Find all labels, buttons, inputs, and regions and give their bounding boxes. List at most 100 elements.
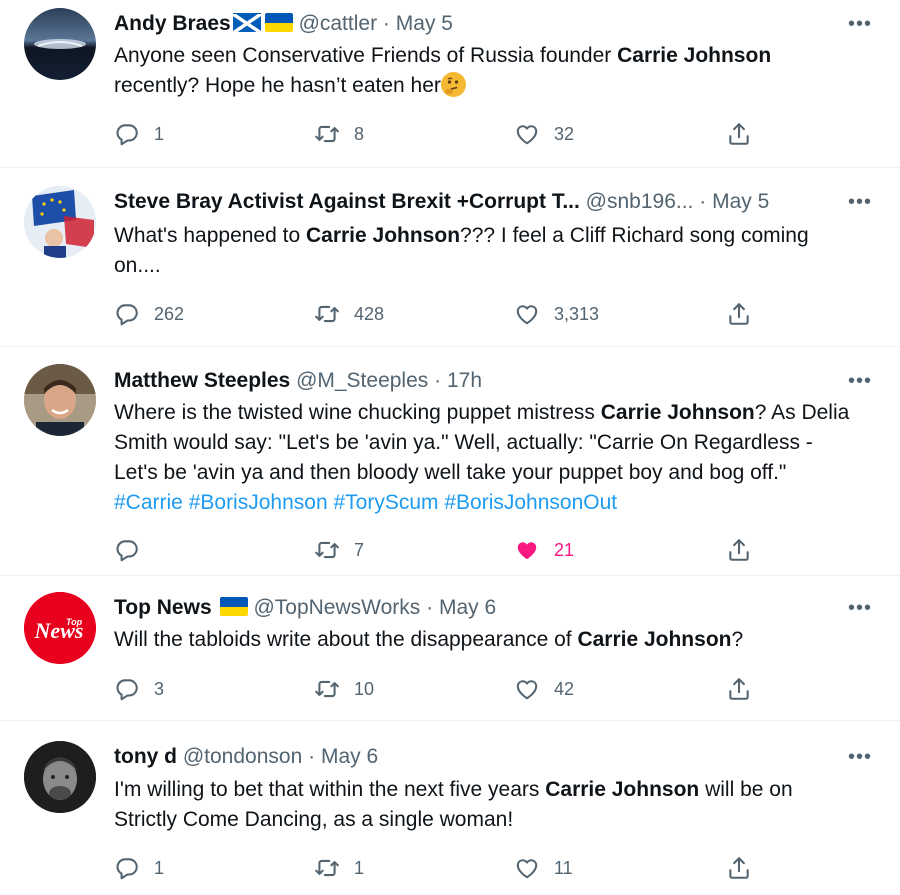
reply-button[interactable]: 3 bbox=[114, 674, 164, 704]
text-segment: What's happened to bbox=[114, 224, 306, 247]
more-options-icon[interactable]: ••• bbox=[848, 192, 872, 212]
like-button[interactable]: 42 bbox=[514, 674, 574, 704]
retweet-count: 8 bbox=[354, 123, 365, 144]
text-segment: recently? Hope he hasn’t eaten her bbox=[114, 74, 441, 97]
separator-dot: · bbox=[308, 745, 316, 768]
tweet[interactable]: tony d @tondonson · May 6 ••• I'm willin… bbox=[0, 721, 900, 895]
avatar[interactable] bbox=[24, 186, 96, 258]
hashtag-link[interactable]: #ToryScum bbox=[333, 491, 438, 514]
author-handle[interactable]: @tondonson bbox=[183, 745, 302, 768]
share-button[interactable] bbox=[726, 535, 752, 565]
avatar-image bbox=[24, 741, 96, 813]
heart-icon bbox=[514, 676, 540, 702]
share-button[interactable] bbox=[726, 299, 752, 329]
avatar[interactable] bbox=[24, 364, 96, 436]
like-count: 32 bbox=[554, 123, 575, 144]
separator-dot: · bbox=[382, 12, 390, 35]
like-button[interactable]: 11 bbox=[514, 853, 573, 883]
share-button[interactable] bbox=[726, 674, 752, 704]
separator-dot: · bbox=[434, 369, 442, 392]
retweet-count: 1 bbox=[354, 857, 365, 878]
timestamp[interactable]: May 6 bbox=[439, 596, 496, 619]
reply-button[interactable]: 262 bbox=[114, 299, 184, 329]
reply-icon bbox=[114, 537, 140, 563]
hashtag-link[interactable]: #Carrie bbox=[114, 491, 183, 514]
avatar-image bbox=[24, 364, 96, 436]
retweet-button[interactable]: 1 bbox=[314, 853, 364, 883]
timestamp[interactable]: 17h bbox=[447, 369, 482, 392]
highlighted-term: Carrie Johnson bbox=[617, 44, 772, 67]
like-button[interactable]: 32 bbox=[514, 119, 574, 149]
avatar[interactable] bbox=[24, 741, 96, 813]
retweet-icon bbox=[314, 676, 340, 702]
tweet[interactable]: Steve Bray Activist Against Brexit +Corr… bbox=[0, 168, 900, 346]
author-handle[interactable]: @snb196... bbox=[586, 190, 694, 213]
reply-count: 262 bbox=[154, 303, 185, 324]
avatar[interactable]: Top News bbox=[24, 592, 96, 664]
heart-icon bbox=[514, 301, 540, 327]
reply-button[interactable] bbox=[114, 535, 154, 565]
timestamp[interactable]: May 5 bbox=[712, 190, 769, 213]
author-name[interactable]: Steve Bray Activist Against Brexit +Corr… bbox=[114, 190, 580, 213]
retweet-icon bbox=[314, 121, 340, 147]
share-icon bbox=[726, 855, 752, 881]
tweet-actions: 1 1 11 bbox=[114, 853, 764, 883]
share-icon bbox=[726, 676, 752, 702]
avatar[interactable] bbox=[24, 8, 96, 80]
reply-button[interactable]: 1 bbox=[114, 119, 164, 149]
tweet-header: Steve Bray Activist Against Brexit +Corr… bbox=[114, 188, 840, 216]
reply-icon bbox=[114, 855, 140, 881]
author-name[interactable]: Top News bbox=[114, 596, 212, 619]
highlighted-term: Carrie Johnson bbox=[305, 224, 461, 247]
retweet-count: 10 bbox=[354, 678, 375, 699]
heart-filled-icon bbox=[514, 537, 540, 563]
like-count: 11 bbox=[554, 857, 573, 878]
hashtag-link[interactable]: #BorisJohnsonOut bbox=[444, 491, 617, 514]
hashtag-link[interactable]: #BorisJohnson bbox=[189, 491, 328, 514]
reply-count: 1 bbox=[154, 857, 165, 878]
author-handle[interactable]: @cattler bbox=[299, 12, 378, 35]
retweet-button[interactable]: 8 bbox=[314, 119, 364, 149]
like-button[interactable]: 21 bbox=[514, 535, 574, 565]
author-handle[interactable]: @TopNewsWorks bbox=[253, 596, 420, 619]
more-options-icon[interactable]: ••• bbox=[848, 14, 872, 34]
separator-dot: · bbox=[426, 596, 434, 619]
like-count: 21 bbox=[554, 539, 575, 560]
ukraine-flag-icon bbox=[219, 597, 248, 616]
retweet-button[interactable]: 7 bbox=[314, 535, 364, 565]
retweet-icon bbox=[314, 301, 340, 327]
highlighted-term: Carrie Johnson bbox=[545, 778, 700, 801]
reply-icon bbox=[114, 301, 140, 327]
more-options-icon[interactable]: ••• bbox=[848, 598, 872, 618]
reply-button[interactable]: 1 bbox=[114, 853, 164, 883]
author-name[interactable]: tony d bbox=[114, 745, 177, 768]
heart-icon bbox=[514, 121, 540, 147]
retweet-icon bbox=[314, 537, 340, 563]
avatar-image bbox=[24, 186, 96, 258]
tweet-text: Where is the twisted wine chucking puppe… bbox=[114, 398, 860, 518]
like-button[interactable]: 3,313 bbox=[514, 299, 599, 329]
retweet-icon bbox=[314, 855, 340, 881]
author-name[interactable]: Andy Braes bbox=[114, 12, 231, 35]
text-segment: ? bbox=[731, 628, 744, 651]
tweet[interactable]: Matthew Steeples @M_Steeples · 17h ••• W… bbox=[0, 347, 900, 575]
retweet-button[interactable]: 428 bbox=[314, 299, 384, 329]
author-name[interactable]: Matthew Steeples bbox=[114, 369, 290, 392]
share-button[interactable] bbox=[726, 119, 752, 149]
author-handle[interactable]: @M_Steeples bbox=[296, 369, 428, 392]
tweet[interactable]: Andy Braes @cattler · May 5 ••• Anyone s… bbox=[0, 0, 900, 167]
like-count: 3,313 bbox=[554, 303, 600, 324]
tweet-header: Top News @TopNewsWorks · May 6 bbox=[114, 594, 840, 622]
more-options-icon[interactable]: ••• bbox=[848, 371, 872, 391]
share-button[interactable] bbox=[726, 853, 752, 883]
tweet-actions: 7 21 bbox=[114, 535, 764, 565]
tweet-header: Matthew Steeples @M_Steeples · 17h bbox=[114, 367, 840, 395]
timestamp[interactable]: May 5 bbox=[396, 12, 453, 35]
like-count: 42 bbox=[554, 678, 575, 699]
timestamp[interactable]: May 6 bbox=[321, 745, 378, 768]
retweet-button[interactable]: 10 bbox=[314, 674, 374, 704]
tweet-text: I'm willing to bet that within the next … bbox=[114, 775, 860, 835]
more-options-icon[interactable]: ••• bbox=[848, 747, 872, 767]
tweet-actions: 262 428 3,313 bbox=[114, 299, 764, 329]
tweet[interactable]: Top News Top News @TopNewsWorks · May 6 … bbox=[0, 576, 900, 720]
